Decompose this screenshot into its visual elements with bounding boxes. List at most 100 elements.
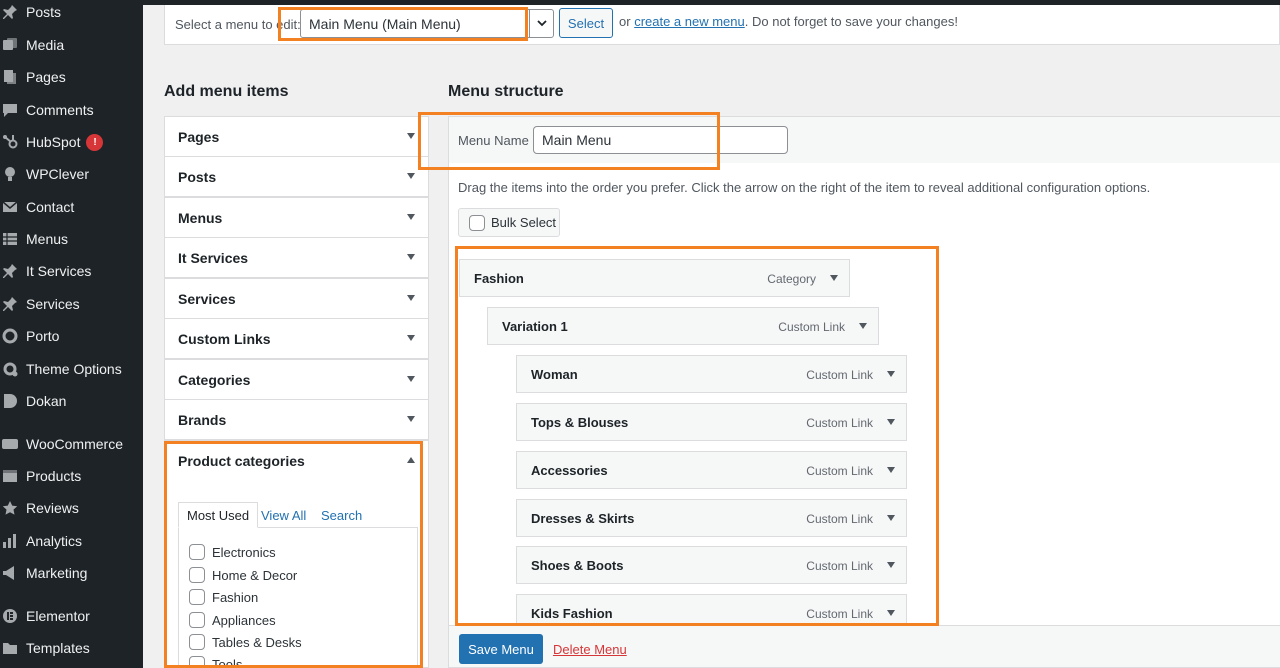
accordion-categories[interactable]: Categories bbox=[164, 359, 429, 400]
menu-item[interactable]: Shoes & Boots Custom Link bbox=[516, 546, 907, 584]
select-menu-label: Select a menu to edit: bbox=[175, 17, 301, 32]
sidebar-item-contact[interactable]: Contact bbox=[0, 192, 143, 222]
sidebar-item-posts[interactable]: Posts bbox=[0, 0, 143, 27]
pages-icon bbox=[2, 69, 18, 85]
menu-select-dropdown[interactable]: Main Menu (Main Menu) bbox=[300, 9, 554, 38]
select-button[interactable]: Select bbox=[559, 8, 613, 38]
caret-down-icon[interactable] bbox=[859, 323, 867, 329]
checkbox[interactable] bbox=[189, 567, 205, 583]
accordion-menus[interactable]: Menus bbox=[164, 197, 429, 238]
mail-icon bbox=[2, 199, 18, 215]
create-new-menu-link[interactable]: create a new menu bbox=[634, 14, 745, 29]
grid-icon bbox=[2, 231, 18, 247]
bulb-icon bbox=[2, 166, 18, 182]
chevron-down-icon bbox=[529, 10, 553, 37]
accordion-product-categories[interactable]: Product categories bbox=[164, 440, 429, 481]
sidebar-item-analytics[interactable]: Analytics bbox=[0, 526, 143, 556]
caret-down-icon bbox=[407, 295, 415, 301]
list-item[interactable]: Fashion bbox=[189, 587, 258, 607]
pin-icon bbox=[2, 296, 18, 312]
caret-down-icon[interactable] bbox=[887, 419, 895, 425]
accordion-pages[interactable]: Pages bbox=[164, 116, 429, 157]
checkbox[interactable] bbox=[469, 214, 485, 231]
accordion-services[interactable]: Services bbox=[164, 278, 429, 319]
menu-item[interactable]: Tops & Blouses Custom Link bbox=[516, 403, 907, 441]
checkbox[interactable] bbox=[189, 544, 205, 560]
media-icon bbox=[2, 37, 18, 53]
pin-icon bbox=[2, 4, 18, 20]
delete-menu-link[interactable]: Delete Menu bbox=[553, 642, 627, 657]
drag-instructions: Drag the items into the order you prefer… bbox=[458, 180, 1151, 195]
sidebar-item-marketing[interactable]: Marketing bbox=[0, 558, 143, 588]
caret-down-icon[interactable] bbox=[887, 371, 895, 377]
sidebar-item-theme-options[interactable]: Theme Options bbox=[0, 354, 143, 384]
sidebar-item-products[interactable]: Products bbox=[0, 461, 143, 491]
tab-search[interactable]: Search bbox=[313, 502, 370, 528]
list-item[interactable]: Electronics bbox=[189, 542, 276, 562]
sidebar-item-services[interactable]: Services bbox=[0, 289, 143, 319]
tab-view-all[interactable]: View All bbox=[253, 502, 314, 528]
bar-chart-icon bbox=[2, 533, 18, 549]
caret-down-icon[interactable] bbox=[830, 275, 838, 281]
caret-down-icon[interactable] bbox=[887, 610, 895, 616]
sidebar-item-comments[interactable]: Comments bbox=[0, 95, 143, 125]
caret-up-icon bbox=[407, 457, 415, 463]
sidebar-item-templates[interactable]: Templates bbox=[0, 633, 143, 663]
accordion-it-services[interactable]: It Services bbox=[164, 237, 429, 278]
comment-icon bbox=[2, 102, 18, 118]
caret-down-icon[interactable] bbox=[887, 515, 895, 521]
checkbox[interactable] bbox=[189, 612, 205, 628]
elementor-icon bbox=[2, 608, 18, 624]
circle-icon bbox=[2, 328, 18, 344]
sidebar-item-menus[interactable]: Menus bbox=[0, 224, 143, 254]
sidebar-item-it-services[interactable]: It Services bbox=[0, 256, 143, 286]
sidebar-item-hubspot[interactable]: HubSpot ! bbox=[0, 127, 143, 157]
accordion-custom-links[interactable]: Custom Links bbox=[164, 318, 429, 359]
sidebar-item-pages[interactable]: Pages bbox=[0, 62, 143, 92]
bulk-select-button[interactable]: Bulk Select bbox=[458, 208, 560, 237]
menu-item[interactable]: Accessories Custom Link bbox=[516, 451, 907, 489]
notification-badge: ! bbox=[86, 133, 104, 151]
caret-down-icon[interactable] bbox=[887, 562, 895, 568]
menu-item[interactable]: Variation 1 Custom Link bbox=[487, 307, 879, 345]
save-menu-button[interactable]: Save Menu bbox=[459, 634, 543, 664]
product-categories-panel: Most Used View All Search Electronics Ho… bbox=[164, 480, 429, 668]
folder-icon bbox=[2, 640, 18, 656]
list-item[interactable]: Home & Decor bbox=[189, 565, 297, 585]
category-tabs: Most Used View All Search bbox=[178, 502, 418, 528]
category-list: Electronics Home & Decor Fashion Applian… bbox=[178, 527, 418, 668]
sidebar-item-reviews[interactable]: Reviews bbox=[0, 493, 143, 523]
caret-down-icon bbox=[407, 173, 415, 179]
accordion-posts[interactable]: Posts bbox=[164, 156, 429, 197]
list-item[interactable]: Appliances bbox=[189, 610, 276, 630]
sidebar-item-wpclever[interactable]: WPClever bbox=[0, 159, 143, 189]
admin-sidebar: Posts Media Pages Comments HubSpot ! WPC… bbox=[0, 0, 143, 668]
sidebar-item-dokan[interactable]: Dokan bbox=[0, 386, 143, 416]
select-bar-trail: or create a new menu. Do not forget to s… bbox=[619, 14, 958, 29]
sidebar-item-media[interactable]: Media bbox=[0, 30, 143, 60]
checkbox[interactable] bbox=[189, 634, 205, 650]
caret-down-icon[interactable] bbox=[887, 467, 895, 473]
checkbox[interactable] bbox=[189, 589, 205, 605]
woo-icon bbox=[2, 436, 18, 452]
menu-item[interactable]: Fashion Category bbox=[459, 259, 850, 297]
caret-down-icon bbox=[407, 214, 415, 220]
menu-name-input[interactable]: Main Menu bbox=[533, 126, 788, 154]
list-item[interactable]: Tools bbox=[189, 654, 242, 668]
sidebar-item-porto[interactable]: Porto bbox=[0, 321, 143, 351]
caret-down-icon bbox=[407, 335, 415, 341]
box-icon bbox=[2, 468, 18, 484]
caret-down-icon bbox=[407, 254, 415, 260]
accordion-brands[interactable]: Brands bbox=[164, 399, 429, 440]
sidebar-item-woocommerce[interactable]: WooCommerce bbox=[0, 429, 143, 459]
sidebar-item-elementor[interactable]: Elementor bbox=[0, 601, 143, 631]
add-menu-items-title: Add menu items bbox=[164, 83, 289, 100]
menu-item[interactable]: Dresses & Skirts Custom Link bbox=[516, 499, 907, 537]
list-item[interactable]: Tables & Desks bbox=[189, 632, 302, 652]
checkbox[interactable] bbox=[189, 656, 205, 668]
menu-footer-bar: Save Menu Delete Menu bbox=[448, 625, 1280, 668]
menu-item[interactable]: Woman Custom Link bbox=[516, 355, 907, 393]
menu-structure-body: Drag the items into the order you prefer… bbox=[448, 163, 1280, 632]
tab-most-used[interactable]: Most Used bbox=[178, 502, 259, 528]
menu-select-bar: Select a menu to edit: Main Menu (Main M… bbox=[164, 5, 1280, 45]
